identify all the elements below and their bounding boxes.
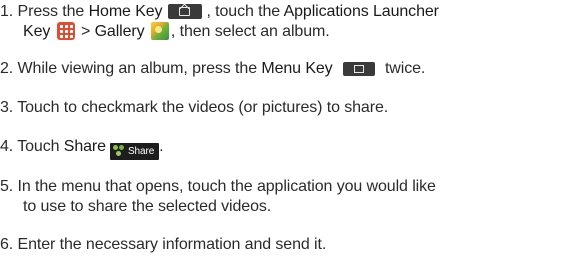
applications-launcher-icon xyxy=(56,22,75,40)
share-button-label: Share xyxy=(127,146,155,157)
step-text: Enter the necessary information and send… xyxy=(17,236,327,253)
step-number: 6. xyxy=(0,236,14,253)
instructions-document: 1. Press the Home Key , touch the Applica… xyxy=(0,0,588,271)
step-text: , then select an album. xyxy=(170,23,330,40)
step-text: , touch the xyxy=(206,3,284,20)
step-number: 3. xyxy=(0,99,14,116)
step-text: Press the xyxy=(17,3,89,20)
step-5-continued: to use to share the selected videos. xyxy=(0,197,271,216)
step-1-continued: Key > Gallery , then select an album. xyxy=(0,22,330,41)
step-text: In the menu that opens, touch the applic… xyxy=(17,178,436,195)
step-2: 2. While viewing an album, press the Men… xyxy=(0,59,425,78)
step-3: 3. Touch to checkmark the videos (or pic… xyxy=(0,98,388,117)
step-text: to use to share the selected videos. xyxy=(23,198,272,215)
step-5: 5. In the menu that opens, touch the app… xyxy=(0,177,436,196)
gallery-label: Gallery xyxy=(94,23,145,40)
step-number: 4. xyxy=(0,138,14,155)
share-label: Share xyxy=(63,138,106,155)
applications-launcher-label: Applications Launcher xyxy=(283,3,439,20)
gallery-icon xyxy=(150,22,169,40)
step-text: While viewing an album, press the xyxy=(17,60,262,77)
menu-key-icon xyxy=(342,62,375,76)
step-1: 1. Press the Home Key , touch the Applica… xyxy=(0,2,439,21)
share-button-illustration: Share xyxy=(109,143,160,160)
share-icon xyxy=(112,144,125,157)
step-4: 4. Touch Share Share. xyxy=(0,137,164,160)
home-key-icon xyxy=(168,4,203,19)
step-text: . xyxy=(159,138,164,155)
step-number: 1. xyxy=(0,3,14,20)
step-text: > xyxy=(76,23,95,40)
step-number: 2. xyxy=(0,60,14,77)
step-text: Touch xyxy=(17,138,64,155)
menu-key-label: Menu Key xyxy=(261,60,333,77)
step-text: twice. xyxy=(380,60,426,77)
step-text: Touch to checkmark the videos (or pictur… xyxy=(17,99,389,116)
step-number: 5. xyxy=(0,178,14,195)
step-6: 6. Enter the necessary information and s… xyxy=(0,235,326,254)
applications-launcher-key-label: Key xyxy=(23,23,51,40)
home-key-label: Home Key xyxy=(88,3,163,20)
